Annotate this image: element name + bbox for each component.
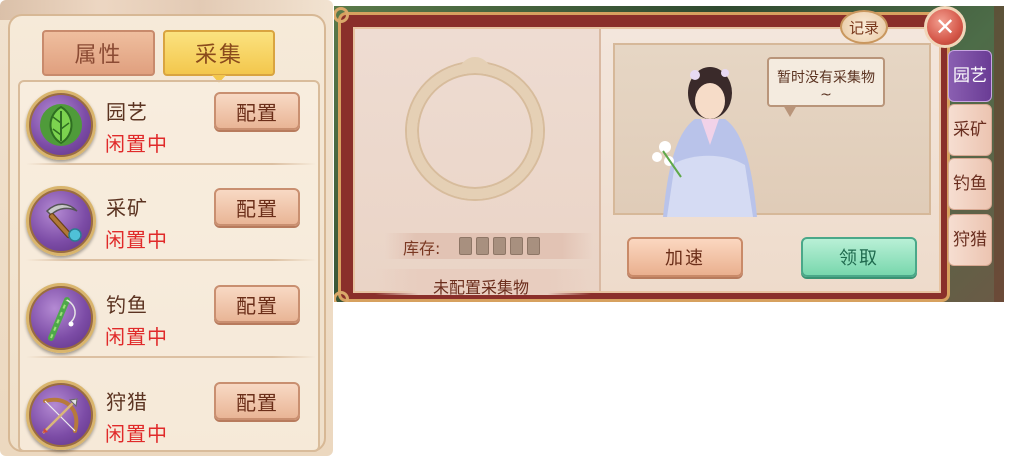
corner-ornament [334, 7, 349, 23]
bow-icon [26, 380, 96, 450]
config-button-gardening[interactable]: 配置 [214, 92, 300, 130]
leaf-icon [26, 90, 96, 160]
corner-ornament [334, 291, 349, 302]
pickaxe-icon [26, 186, 96, 256]
skill-status: 闲置中 [105, 132, 168, 156]
tab-attributes[interactable]: 属性 [42, 30, 155, 76]
fishing-rod-icon [26, 283, 96, 353]
character-portrait [652, 67, 757, 217]
side-tab-mining[interactable]: 采矿 [948, 104, 992, 156]
record-button[interactable]: 记录 [840, 10, 888, 44]
gather-dialog: 库存: 未配置采集物 暂时没有采集物~ 加速 领取 [334, 7, 950, 302]
not-configured-text: 未配置采集物 [433, 278, 530, 297]
skill-status: 闲置中 [105, 228, 168, 252]
close-icon[interactable]: ✕ [924, 6, 966, 48]
gather-detail-window: 库存: 未配置采集物 暂时没有采集物~ 加速 领取 记录 ✕ 园艺 采矿 钓鱼 … [334, 6, 1004, 302]
stock-cell [493, 237, 506, 255]
character-panel: 暂时没有采集物~ [613, 43, 931, 217]
side-edge [994, 6, 1004, 302]
config-button-mining[interactable]: 配置 [214, 188, 300, 226]
side-tab-fishing[interactable]: 钓鱼 [948, 158, 992, 210]
claim-button[interactable]: 领取 [801, 237, 917, 277]
config-button-hunting[interactable]: 配置 [214, 382, 300, 420]
skill-status: 闲置中 [105, 325, 168, 349]
list-item-fishing: 钓鱼 闲置中 配置 [20, 277, 320, 373]
side-tab-gardening[interactable]: 园艺 [948, 50, 992, 102]
skill-status: 闲置中 [105, 422, 168, 446]
dialog-body: 库存: 未配置采集物 暂时没有采集物~ 加速 领取 [353, 27, 941, 297]
gather-panel: 属性 采集 园艺 闲置中 配置 采矿 闲置中 配置 钓鱼 闲置中 配置 狩猎 闲… [0, 0, 333, 456]
stock-cell [527, 237, 540, 255]
tab-gather[interactable]: 采集 [163, 30, 275, 83]
divider [26, 259, 316, 261]
divider [26, 163, 316, 165]
speed-up-button[interactable]: 加速 [627, 237, 743, 277]
stock-cell [510, 237, 523, 255]
list-item-mining: 采矿 闲置中 配置 [20, 180, 320, 276]
skill-name: 采矿 [106, 196, 148, 220]
stock-cell [459, 237, 472, 255]
skill-name: 狩猎 [106, 390, 148, 414]
config-button-fishing[interactable]: 配置 [214, 285, 300, 323]
speech-bubble: 暂时没有采集物~ [767, 57, 885, 117]
list-item-gardening: 园艺 闲置中 配置 [20, 84, 320, 180]
skill-name: 钓鱼 [106, 293, 148, 317]
side-tab-hunting[interactable]: 狩猎 [948, 214, 992, 266]
stock-cell [476, 237, 489, 255]
item-slot[interactable] [407, 57, 543, 199]
skill-name: 园艺 [106, 100, 148, 124]
item-slot-section: 库存: 未配置采集物 [355, 29, 601, 297]
divider [26, 356, 316, 358]
list-item-hunting: 狩猎 闲置中 配置 [20, 374, 320, 456]
stock-label: 库存: [403, 239, 441, 258]
stock-cells [459, 237, 540, 255]
